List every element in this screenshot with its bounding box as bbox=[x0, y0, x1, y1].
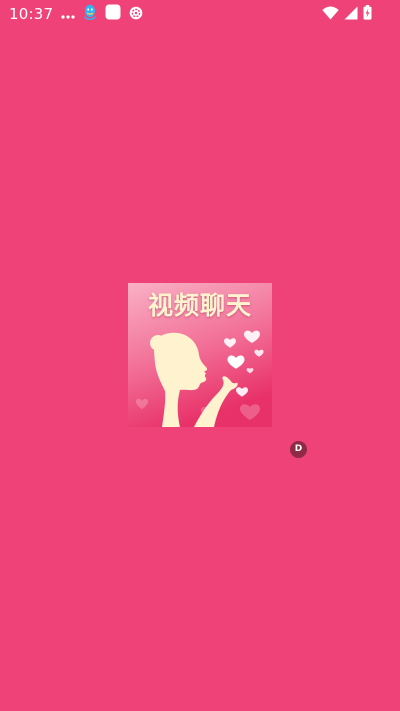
status-left: 10:37 bbox=[9, 4, 143, 24]
status-time: 10:37 bbox=[9, 5, 54, 23]
splash-screen: 10:37 视频聊天 D bbox=[0, 0, 400, 711]
wifi-icon bbox=[322, 5, 339, 24]
logo-title: 视频聊天 bbox=[147, 291, 252, 320]
status-right bbox=[317, 4, 372, 24]
qq-penguin-icon bbox=[83, 4, 97, 25]
more-dots-icon bbox=[61, 5, 75, 24]
cell-signal-icon bbox=[344, 5, 358, 24]
notification-badge-icon bbox=[129, 5, 143, 24]
battery-icon bbox=[363, 4, 372, 24]
floating-debug-badge[interactable]: D bbox=[290, 441, 307, 458]
status-bar: 10:37 bbox=[0, 0, 400, 28]
app-logo: 视频聊天 bbox=[128, 283, 272, 427]
white-square-app-icon bbox=[105, 4, 121, 24]
